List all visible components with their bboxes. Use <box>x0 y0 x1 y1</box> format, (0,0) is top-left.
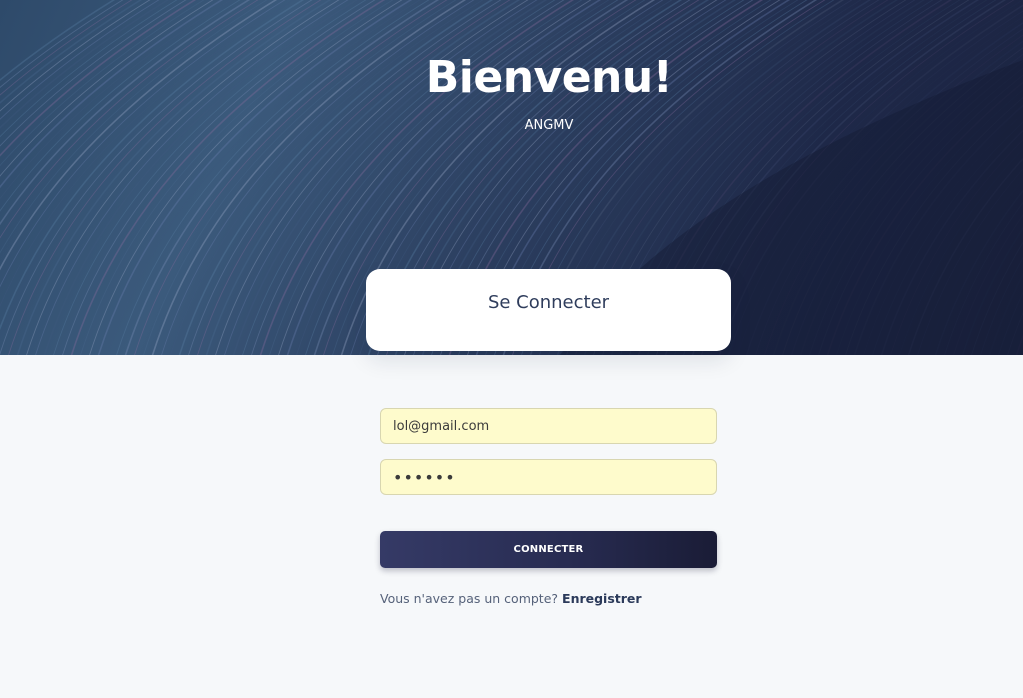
connect-button[interactable]: CONNECTER <box>380 531 717 568</box>
hero-subtitle: ANGMV <box>524 118 574 133</box>
register-prompt-line: Vous n'avez pas un compte? Enregistrer <box>380 591 642 606</box>
hero-title: Bienvenu! <box>425 52 673 103</box>
login-card-title: Se Connecter <box>487 292 610 313</box>
email-field[interactable] <box>380 408 717 444</box>
register-prompt-text: Vous n'avez pas un compte? <box>380 591 559 606</box>
register-link[interactable]: Enregistrer <box>562 591 642 606</box>
login-page: Bienvenu! ANGMV Se Connecter CONNECTER V… <box>0 0 1023 698</box>
password-field[interactable] <box>380 459 717 495</box>
login-card-header: Se Connecter <box>366 269 731 351</box>
